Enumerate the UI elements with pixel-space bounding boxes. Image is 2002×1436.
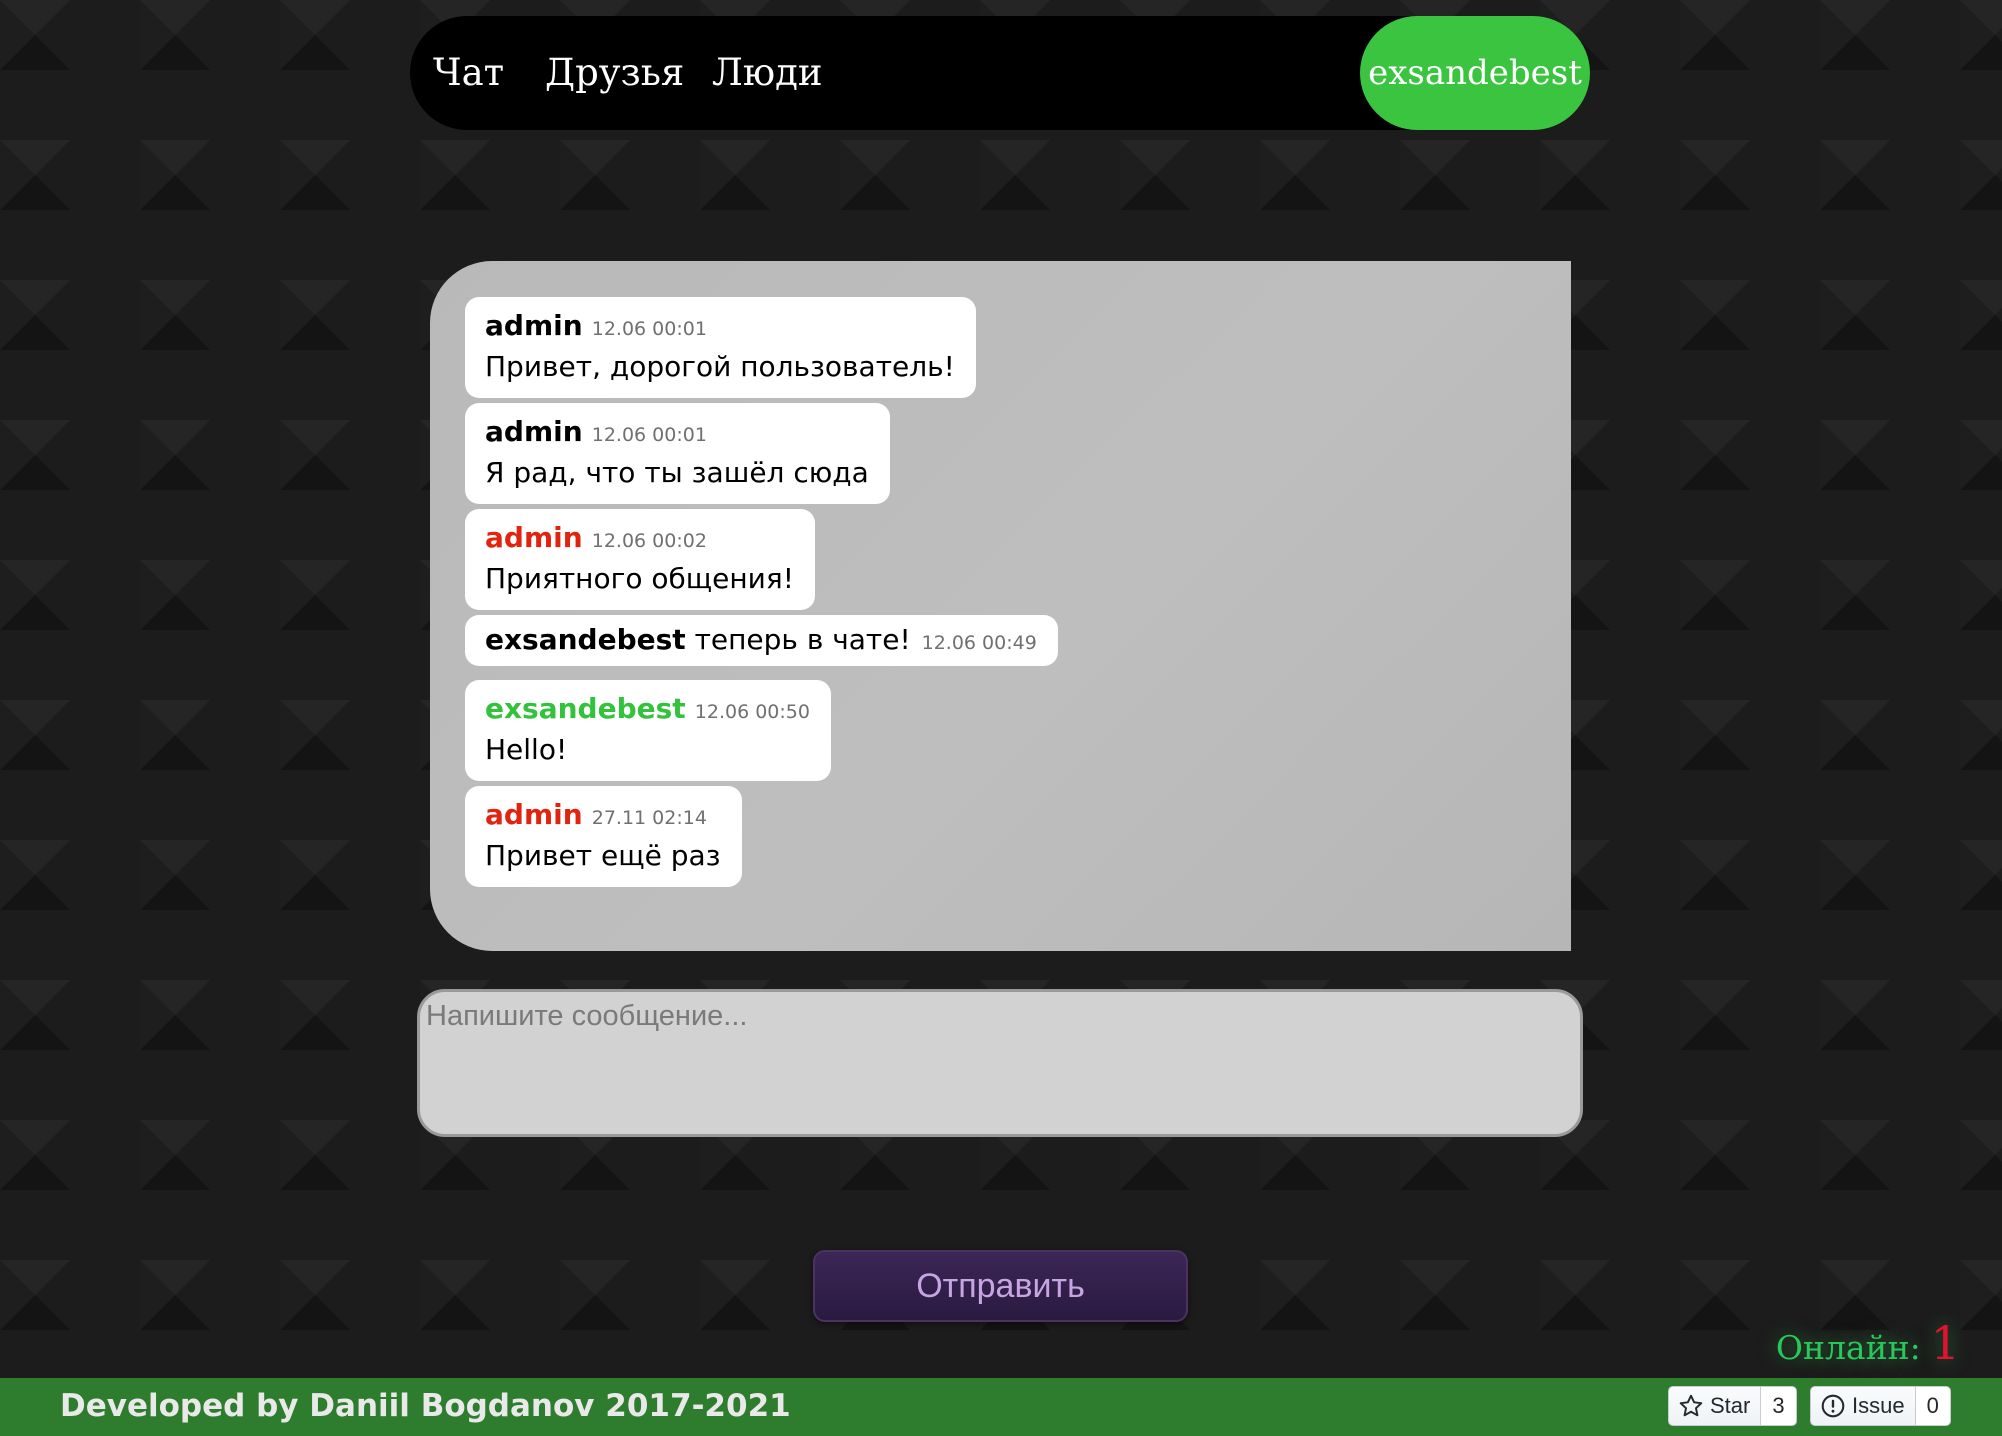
send-button[interactable]: Отправить — [813, 1250, 1188, 1322]
system-message-user[interactable]: exsandebest — [485, 623, 686, 656]
star-count[interactable]: 3 — [1761, 1386, 1797, 1426]
message-input[interactable] — [417, 989, 1583, 1137]
message-bubble: admin 12.06 00:02 Приятного общения! — [465, 509, 815, 610]
nav-link-friends[interactable]: Друзья — [545, 16, 684, 130]
message-text: Привет, дорогой пользователь! — [485, 350, 955, 383]
message-author[interactable]: exsandebest — [485, 692, 686, 725]
github-star-button[interactable]: Star 3 — [1668, 1386, 1797, 1426]
issue-label: Issue — [1852, 1393, 1905, 1418]
message-bubble: admin 27.11 02:14 Привет ещё раз — [465, 786, 742, 887]
message-author[interactable]: admin — [485, 798, 583, 831]
message-text: Привет ещё раз — [485, 839, 721, 872]
message-time: 12.06 00:01 — [591, 424, 707, 446]
message-author[interactable]: admin — [485, 521, 583, 554]
message-time: 27.11 02:14 — [591, 807, 707, 829]
chat-messages-panel[interactable]: admin 12.06 00:01 Привет, дорогой пользо… — [430, 261, 1571, 951]
system-message-text: теперь в чате! — [694, 623, 911, 656]
star-label: Star — [1710, 1393, 1751, 1418]
online-counter: Онлайн: 1 — [1776, 1313, 1960, 1373]
issue-count[interactable]: 0 — [1915, 1386, 1951, 1426]
message-text: Приятного общения! — [485, 562, 794, 595]
message-time: 12.06 00:50 — [694, 701, 810, 723]
top-navbar: Чат Друзья Люди exsandebest — [410, 16, 1590, 130]
message-time: 12.06 00:01 — [591, 318, 707, 340]
current-user-button[interactable]: exsandebest — [1360, 16, 1590, 130]
issue-icon — [1821, 1394, 1845, 1418]
nav-link-people[interactable]: Люди — [712, 16, 823, 130]
message-time: 12.06 00:49 — [921, 632, 1037, 654]
github-issue-button[interactable]: Issue 0 — [1810, 1386, 1951, 1426]
message-bubble: admin 12.06 00:01 Я рад, что ты зашёл сю… — [465, 403, 890, 504]
system-message: exsandebest теперь в чате! 12.06 00:49 — [465, 615, 1058, 666]
online-count: 1 — [1930, 1316, 1960, 1370]
message-bubble: admin 12.06 00:01 Привет, дорогой пользо… — [465, 297, 976, 398]
star-icon — [1679, 1394, 1703, 1417]
footer: Developed by Daniil Bogdanov 2017-2021 S… — [0, 1378, 2002, 1436]
message-text: Hello! — [485, 733, 568, 766]
online-label: Онлайн: — [1775, 1328, 1921, 1367]
message-text: Я рад, что ты зашёл сюда — [485, 456, 869, 489]
message-author[interactable]: admin — [485, 415, 583, 448]
message-bubble: exsandebest 12.06 00:50 Hello! — [465, 680, 831, 781]
footer-credits: Developed by Daniil Bogdanov 2017-2021 — [60, 1388, 791, 1424]
nav-link-chat[interactable]: Чат — [433, 16, 504, 130]
message-time: 12.06 00:02 — [591, 530, 707, 552]
message-author[interactable]: admin — [485, 309, 583, 342]
